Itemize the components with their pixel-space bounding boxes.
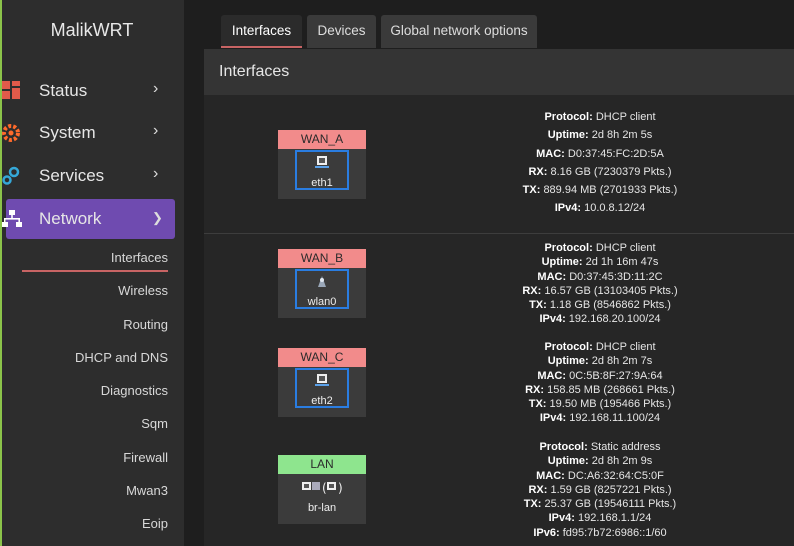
svg-text:): ) — [338, 481, 343, 495]
tab-label: Global network options — [390, 23, 528, 38]
device-name: wlan0 — [307, 296, 337, 308]
nav-item-network-inner: Network ❯ — [2, 199, 175, 239]
gear-icon — [2, 124, 20, 142]
interface-info-wan-a: Protocol: DHCP client Uptime: 2d 8h 2m 5… — [522, 111, 678, 215]
interface-device-box: eth1 — [278, 149, 366, 199]
interface-name: WAN_B — [278, 249, 366, 268]
interface-info-wan-b: Protocol: DHCP client Uptime: 2d 1h 16m … — [522, 242, 678, 326]
device-name: br-lan — [307, 502, 337, 514]
device-name: eth1 — [311, 177, 333, 189]
tab-global-network-options[interactable]: Global network options — [381, 15, 537, 48]
interface-device-box: ( ) br-lan — [278, 474, 366, 524]
interface-badge-wan-b[interactable]: WAN_B wlan0 — [278, 249, 366, 318]
subnav-routing[interactable]: Routing — [8, 317, 168, 332]
nav-item-status[interactable]: Status › — [0, 71, 184, 111]
sidebar: MalikWRT Status › System › Services › Ne… — [0, 0, 184, 546]
tab-label: Interfaces — [231, 23, 292, 38]
subnav-eoip[interactable]: Eoip — [8, 516, 168, 531]
subnav-diagnostics[interactable]: Diagnostics — [8, 383, 168, 398]
gears-icon — [2, 166, 20, 185]
interface-device-box: eth2 — [278, 367, 366, 417]
subnav-firewall[interactable]: Firewall — [8, 450, 168, 465]
dashboard-icon — [2, 81, 20, 99]
chevron-right-icon: › — [153, 165, 159, 182]
interface-name: WAN_C — [278, 348, 366, 367]
chevron-right-icon: › — [153, 80, 159, 97]
tab-devices[interactable]: Devices — [307, 15, 376, 48]
panel-header — [204, 49, 794, 95]
brand-title: MalikWRT — [50, 20, 134, 40]
nav-label-system: System — [39, 123, 96, 142]
chevron-down-icon: ❯ — [152, 210, 163, 225]
subnav-wireless[interactable]: Wireless — [8, 283, 168, 298]
tab-active-indicator — [221, 46, 302, 48]
network-icon — [2, 210, 22, 227]
nav-label-status: Status — [39, 81, 88, 100]
interface-name: LAN — [278, 455, 366, 474]
tab-interfaces[interactable]: Interfaces — [221, 15, 302, 48]
interface-badge-wan-c[interactable]: WAN_C eth2 — [278, 348, 366, 417]
nav-label-network: Network — [39, 209, 102, 228]
ethernet-port-icon — [315, 156, 329, 168]
wifi-icon — [318, 276, 326, 287]
nav-label-services: Services — [39, 166, 105, 185]
device-name: eth2 — [311, 395, 333, 407]
svg-text:(: ( — [322, 481, 327, 495]
subnav-sqm[interactable]: Sqm — [8, 416, 168, 431]
nav-item-services[interactable]: Services › — [0, 156, 184, 196]
chevron-right-icon: › — [153, 122, 159, 139]
nav-item-system[interactable]: System › — [0, 113, 184, 153]
tab-label: Devices — [317, 23, 366, 38]
subnav-active-underline — [22, 270, 168, 272]
interface-info-wan-c: Protocol: DHCP client Uptime: 2d 8h 2m 7… — [525, 341, 675, 425]
panel-title: Interfaces — [219, 63, 290, 80]
interface-badge-lan[interactable]: LAN ( ) br-lan — [278, 455, 366, 524]
row-separator — [204, 233, 794, 234]
subnav-mwan3[interactable]: Mwan3 — [8, 483, 168, 498]
interface-badge-wan-a[interactable]: WAN_A eth1 — [278, 130, 366, 199]
interface-device-box: wlan0 — [278, 268, 366, 318]
nav-item-network[interactable]: Network ❯ — [2, 199, 175, 239]
interface-info-lan: Protocol: Static address Uptime: 2d 8h 2… — [523, 441, 677, 539]
ethernet-port-icon — [315, 374, 329, 386]
bridge-icon: ( ) — [302, 481, 343, 495]
interface-name: WAN_A — [278, 130, 366, 149]
subnav-dhcp-dns[interactable]: DHCP and DNS — [8, 350, 168, 365]
subnav-interfaces[interactable]: Interfaces — [8, 250, 168, 265]
